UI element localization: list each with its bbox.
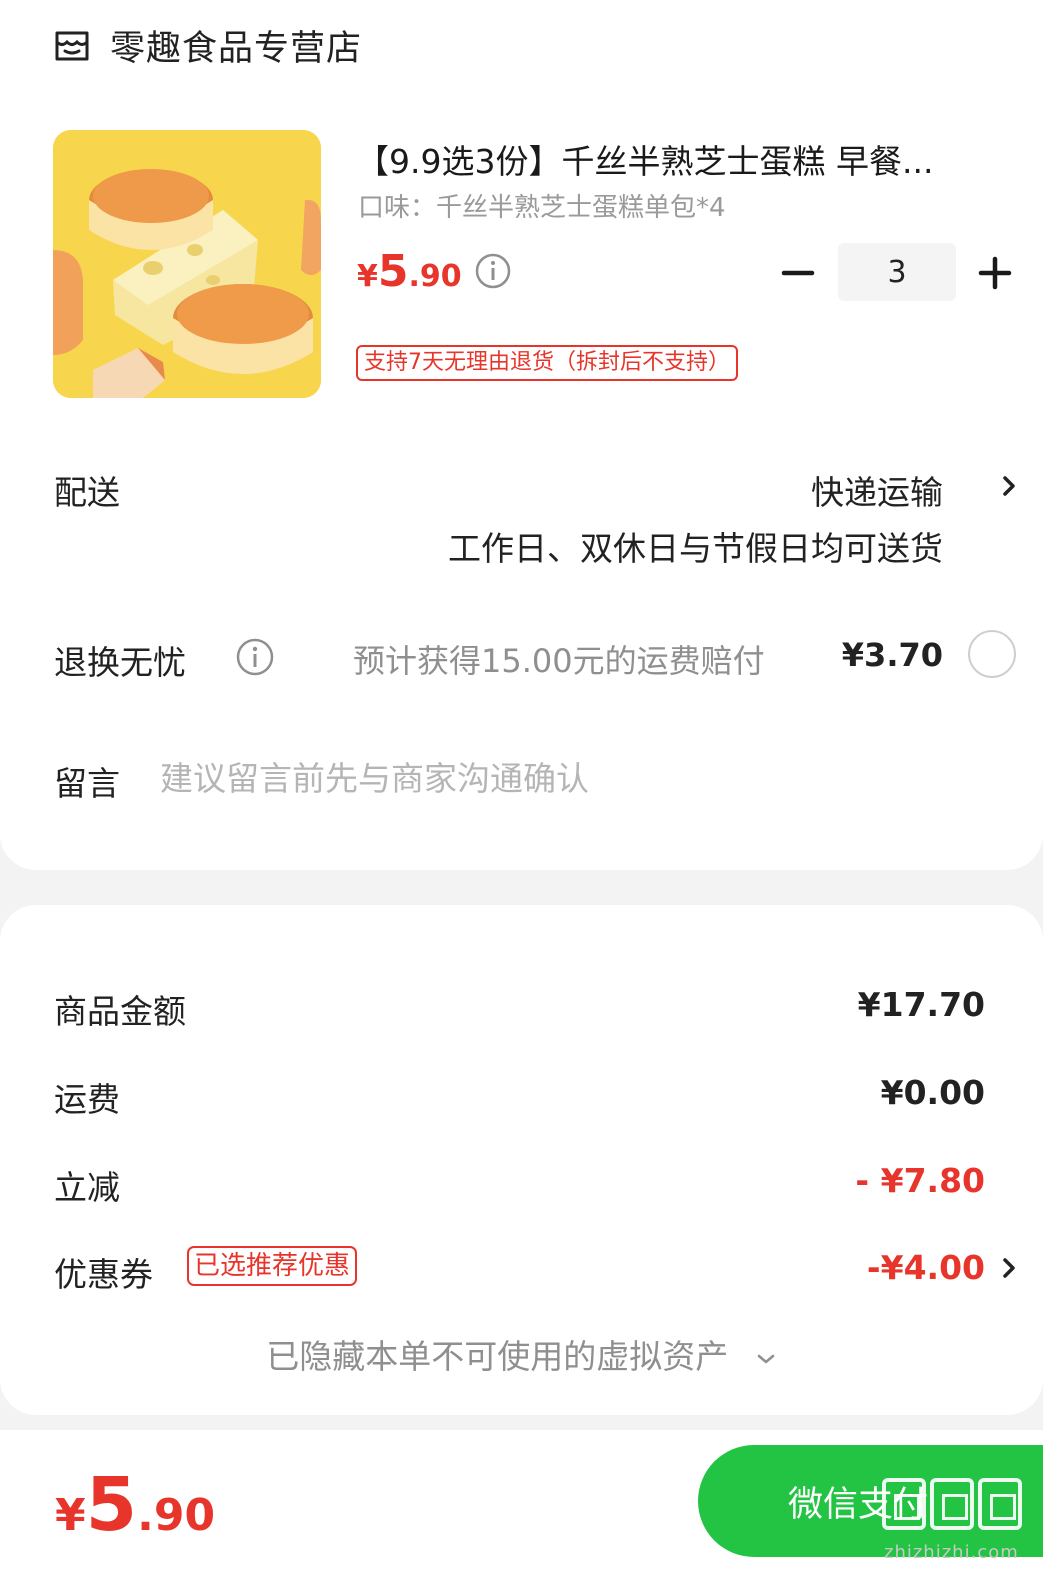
coupon-recommended-tag: 已选推荐优惠 — [187, 1246, 358, 1286]
product-title[interactable]: 【9.9选3份】千丝半熟芝士蛋糕 早餐... — [356, 135, 1016, 183]
shipping-value: ¥0.00 — [880, 1073, 985, 1112]
watermark-glyph — [930, 1478, 974, 1530]
return-policy-tag: 支持7天无理由退货（拆封后不支持） — [356, 345, 738, 381]
delivery-label: 配送 — [54, 473, 120, 512]
quantity-value: 3 — [887, 254, 907, 290]
hidden-assets-text: 已隐藏本单不可使用的虚拟资产 — [266, 1337, 729, 1376]
watermark-text: zhizhizhi.com — [884, 1542, 1019, 1563]
total-integer: 5 — [85, 1462, 138, 1548]
info-icon[interactable] — [474, 252, 512, 290]
discount-label: 立减 — [54, 1168, 120, 1207]
price-decimal: .90 — [408, 259, 462, 294]
product-image[interactable] — [53, 130, 321, 398]
return-insurance-radio[interactable] — [968, 630, 1016, 678]
message-label: 留言 — [54, 764, 120, 803]
store-name: 零趣食品专营店 — [110, 28, 363, 69]
message-input[interactable] — [160, 755, 860, 801]
price-currency: ¥ — [357, 259, 378, 294]
product-price: ¥ 5 .90 — [357, 246, 462, 297]
info-icon[interactable] — [235, 637, 275, 677]
delivery-note: 工作日、双休日与节假日均可送货 — [448, 529, 943, 568]
chevron-right-icon[interactable] — [1000, 1254, 1018, 1282]
shipping-label: 运费 — [54, 1080, 120, 1119]
watermark-glyph — [978, 1478, 1022, 1530]
total-currency: ¥ — [55, 1490, 86, 1541]
cheese-cake-illustration — [53, 130, 321, 398]
quantity-stepper[interactable]: 3 — [838, 243, 956, 301]
return-insurance-label: 退换无忧 — [54, 643, 186, 682]
total-price: ¥ 5 .90 — [55, 1462, 215, 1548]
coupon-label: 优惠券 — [54, 1255, 153, 1294]
store-icon — [55, 31, 89, 61]
coupon-value[interactable]: -¥4.00 — [867, 1248, 985, 1287]
delivery-method[interactable]: 快递运输 — [811, 466, 943, 514]
goods-amount-value: ¥17.70 — [857, 985, 985, 1024]
watermark-glyph — [882, 1478, 926, 1530]
chevron-down-icon — [757, 1354, 774, 1363]
minus-icon[interactable] — [778, 253, 818, 293]
discount-value: - ¥7.80 — [855, 1161, 985, 1200]
watermark-logo — [882, 1478, 1032, 1538]
price-integer: 5 — [377, 246, 409, 297]
return-insurance-desc: 预计获得15.00元的运费赔付 — [353, 642, 765, 680]
plus-icon[interactable] — [975, 253, 1015, 293]
goods-amount-label: 商品金额 — [54, 992, 186, 1031]
product-spec: 口味：千丝半熟芝士蛋糕单包*4 — [358, 193, 726, 223]
store-header[interactable]: 零趣食品专营店 — [52, 20, 362, 70]
total-decimal: .90 — [137, 1490, 216, 1541]
chevron-right-icon[interactable] — [1000, 472, 1018, 500]
return-insurance-price: ¥3.70 — [841, 636, 943, 674]
hidden-assets-toggle[interactable]: 已隐藏本单不可使用的虚拟资产 — [0, 1330, 1043, 1378]
